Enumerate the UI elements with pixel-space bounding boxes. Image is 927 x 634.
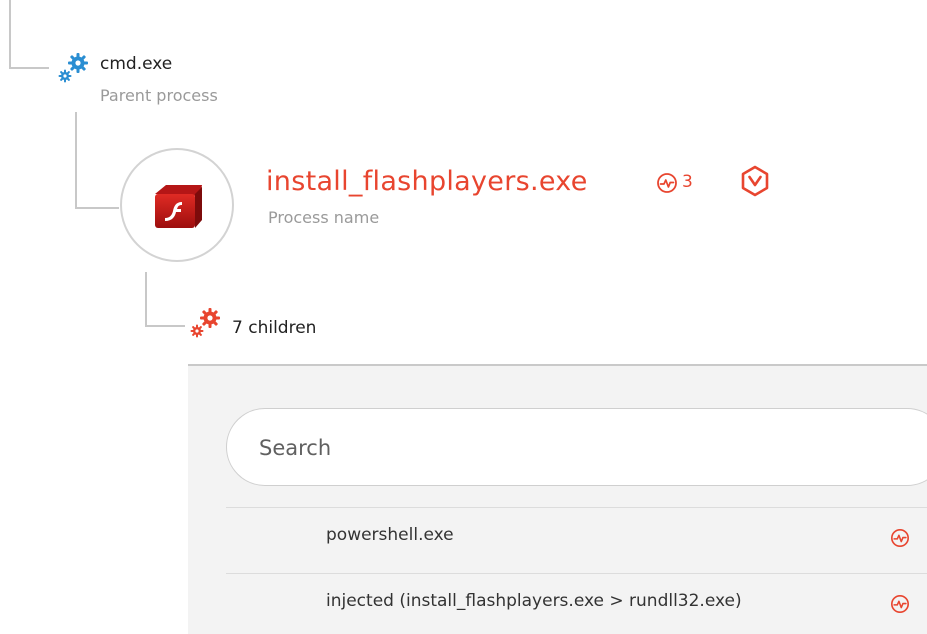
list-item[interactable]: injected (install_flashplayers.exe > run… [226,573,927,633]
tree-line [9,67,49,69]
list-item[interactable]: powershell.exe [226,507,927,567]
process-avatar[interactable] [120,148,234,262]
alert-pulse-icon[interactable] [890,594,910,618]
alert-pulse-icon[interactable] [890,528,910,552]
list-item-label: powershell.exe [326,525,454,545]
alert-pulse-icon[interactable] [656,172,678,198]
process-subtitle: Process name [268,208,380,227]
tree-line [9,0,11,68]
children-panel: powershell.exe injected (install_flashpl… [188,364,927,634]
process-name: install_flashplayers.exe [266,166,588,197]
hexagon-threat-icon[interactable] [738,164,772,202]
alert-count[interactable]: 3 [682,172,693,192]
tree-line [145,325,185,327]
children-count-label[interactable]: 7 children [232,318,316,338]
search-box[interactable] [226,408,927,486]
list-item-label: injected (install_flashplayers.exe > run… [326,591,742,611]
parent-process-subtitle: Parent process [100,86,218,105]
gears-icon [188,307,224,341]
tree-line [75,112,77,208]
tree-line [75,207,119,209]
flash-player-icon [152,182,204,234]
search-input[interactable] [257,429,861,467]
gears-icon [56,52,92,86]
tree-line [145,272,147,326]
parent-process-name[interactable]: cmd.exe [100,54,172,74]
